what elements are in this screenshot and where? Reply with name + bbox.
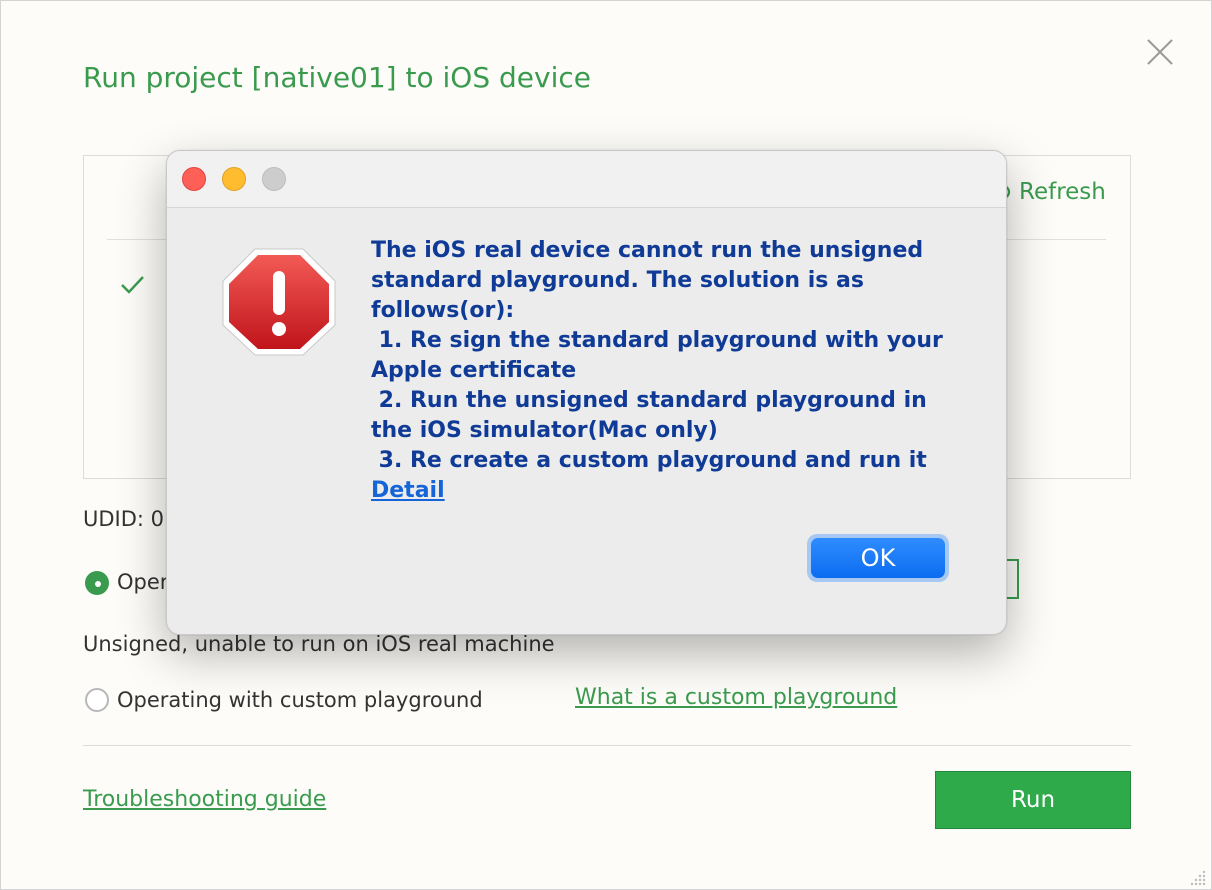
detail-link[interactable]: Detail	[371, 478, 445, 503]
unsigned-note: Unsigned, unable to run on iOS real mach…	[83, 632, 555, 656]
dialog-title: Run project [native01] to iOS device	[83, 61, 591, 94]
window-zoom-button[interactable]	[262, 167, 286, 191]
alert-titlebar	[167, 151, 1006, 208]
alert-message-line: standard playground. The solution is as	[371, 268, 864, 293]
troubleshooting-guide-link[interactable]: Troubleshooting guide	[83, 787, 326, 812]
standard-playground-label: Oper	[117, 570, 169, 594]
check-icon	[121, 276, 144, 294]
ok-button-label: OK	[860, 544, 896, 572]
refresh-button[interactable]: Refresh	[993, 179, 1106, 205]
close-icon[interactable]	[1143, 35, 1177, 69]
alert-message-line: 2. Run the unsigned standard playground …	[371, 388, 927, 413]
window-minimize-button[interactable]	[222, 167, 246, 191]
alert-message-line: the iOS simulator(Mac only)	[371, 418, 718, 443]
standard-playground-radio[interactable]	[85, 571, 109, 595]
resize-grip-icon[interactable]	[1191, 869, 1207, 885]
alert-message-line: 1. Re sign the standard playground with …	[371, 328, 943, 353]
alert-message-line: The iOS real device cannot run the unsig…	[371, 238, 924, 263]
stop-alert-icon	[222, 248, 336, 356]
custom-playground-radio[interactable]	[85, 688, 109, 712]
alert-message-line: follows(or):	[371, 298, 515, 323]
alert-message-line: Apple certificate	[371, 358, 577, 383]
ok-button[interactable]: OK	[811, 538, 945, 578]
alert-message-line: 3. Re create a custom playground and run…	[371, 448, 927, 473]
custom-playground-label: Operating with custom playground	[117, 688, 483, 712]
refresh-label: Refresh	[1019, 179, 1106, 205]
run-button[interactable]: Run	[935, 771, 1131, 829]
alert-message: The iOS real device cannot run the unsig…	[371, 236, 971, 506]
udid-label: UDID: 0	[83, 507, 165, 531]
custom-playground-info-link[interactable]: What is a custom playground	[575, 685, 897, 710]
footer-divider	[83, 745, 1131, 746]
alert-dialog: The iOS real device cannot run the unsig…	[166, 150, 1007, 635]
run-button-label: Run	[1010, 787, 1056, 813]
window-close-button[interactable]	[182, 167, 206, 191]
ok-button-focus-ring: OK	[807, 534, 949, 582]
